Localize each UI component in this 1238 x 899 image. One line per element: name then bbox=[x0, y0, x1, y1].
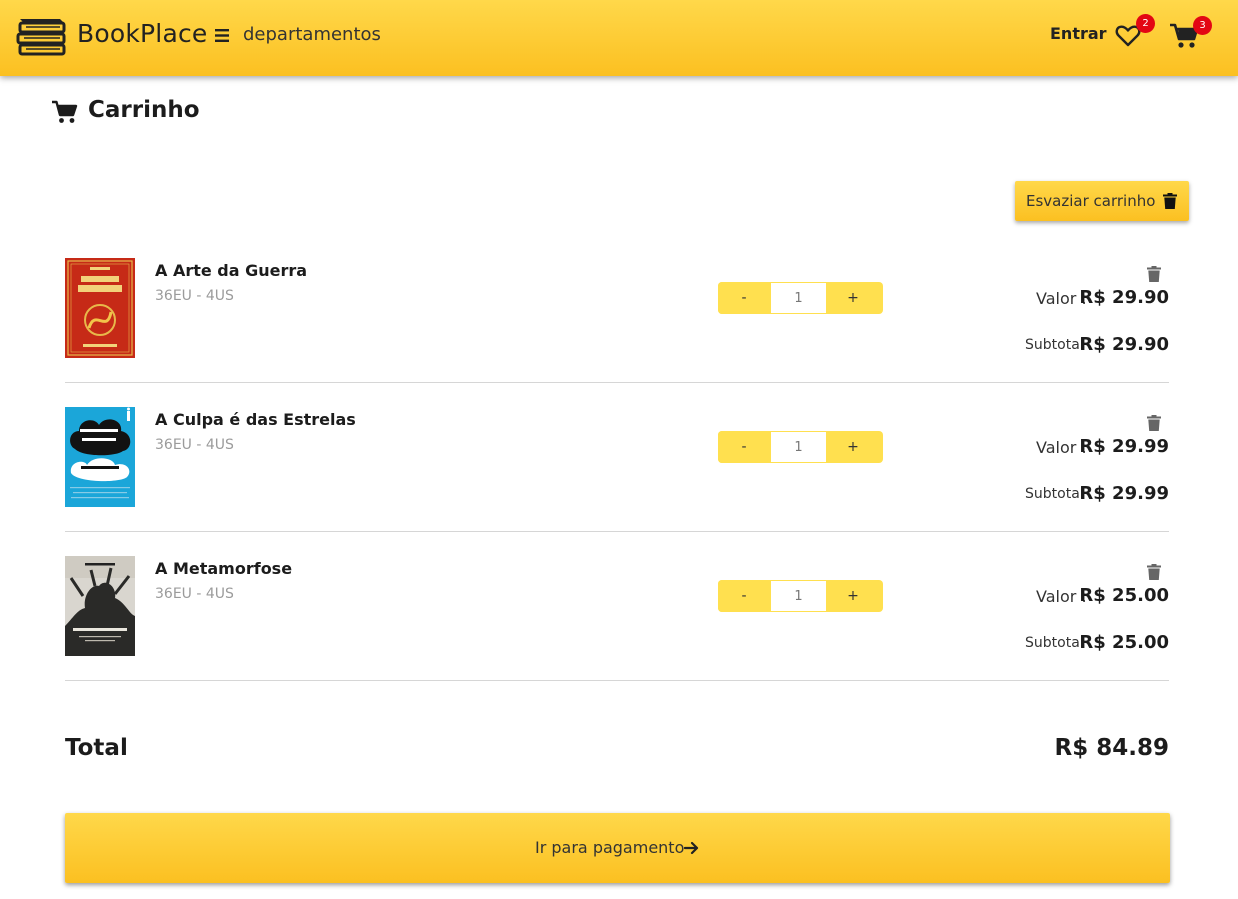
empty-cart-label: Esvaziar carrinho bbox=[1026, 192, 1156, 210]
trash-icon[interactable] bbox=[1147, 266, 1161, 282]
cart-icon bbox=[52, 100, 78, 123]
subtotal-value: R$ 29.90 bbox=[1079, 334, 1169, 355]
quantity-stepper: - + bbox=[718, 282, 883, 314]
decrease-quantity-button[interactable]: - bbox=[718, 431, 770, 463]
item-meta: 36EU - 4US bbox=[155, 586, 234, 602]
decrease-quantity-button[interactable]: - bbox=[718, 580, 770, 612]
checkout-button[interactable]: Ir para pagamento bbox=[65, 813, 1170, 883]
subtotal-label: Subtotal bbox=[1025, 337, 1084, 353]
item-title[interactable]: A Metamorfose bbox=[155, 559, 292, 578]
quantity-input[interactable] bbox=[771, 432, 826, 462]
wishlist-count-badge: 2 bbox=[1136, 14, 1155, 33]
price-value: R$ 29.90 bbox=[1079, 287, 1169, 308]
quantity-input[interactable] bbox=[771, 283, 826, 313]
increase-quantity-button[interactable]: + bbox=[827, 580, 879, 612]
quantity-stepper: - + bbox=[718, 431, 883, 463]
total-label: Total bbox=[65, 735, 128, 761]
hamburger-menu-icon[interactable] bbox=[215, 29, 229, 42]
trash-icon[interactable] bbox=[1147, 564, 1161, 580]
item-meta: 36EU - 4US bbox=[155, 437, 234, 453]
price-value: R$ 29.99 bbox=[1079, 436, 1169, 457]
price-value: R$ 25.00 bbox=[1079, 585, 1169, 606]
brand-name[interactable]: BookPlace bbox=[77, 19, 208, 48]
book-cover-arte-da-guerra[interactable] bbox=[65, 258, 135, 358]
subtotal-value: R$ 25.00 bbox=[1079, 632, 1169, 653]
subtotal-value: R$ 29.99 bbox=[1079, 483, 1169, 504]
increase-quantity-button[interactable]: + bbox=[827, 431, 879, 463]
departments-menu[interactable]: departamentos bbox=[243, 24, 381, 45]
trash-icon[interactable] bbox=[1147, 415, 1161, 431]
login-link[interactable]: Entrar bbox=[1050, 24, 1107, 43]
book-cover-culpa-estrelas[interactable] bbox=[65, 407, 135, 507]
cart-count-badge: 3 bbox=[1193, 16, 1212, 35]
page-title: Carrinho bbox=[88, 97, 200, 123]
trash-icon bbox=[1163, 193, 1177, 209]
cart-item: A Metamorfose 36EU - 4US - + Valor : R$ … bbox=[65, 556, 1169, 681]
arrow-right-icon bbox=[684, 841, 699, 855]
empty-cart-button[interactable]: Esvaziar carrinho bbox=[1015, 181, 1189, 221]
cart-item: A Arte da Guerra 36EU - 4US - + Valor : … bbox=[65, 258, 1169, 383]
item-title[interactable]: A Culpa é das Estrelas bbox=[155, 410, 356, 429]
cart-item: A Culpa é das Estrelas 36EU - 4US - + Va… bbox=[65, 407, 1169, 532]
book-cover-metamorfose[interactable] bbox=[65, 556, 135, 656]
checkout-label: Ir para pagamento bbox=[535, 838, 685, 857]
total-value: R$ 84.89 bbox=[1054, 735, 1169, 761]
item-title[interactable]: A Arte da Guerra bbox=[155, 261, 307, 280]
books-logo-icon[interactable] bbox=[16, 15, 68, 57]
item-meta: 36EU - 4US bbox=[155, 288, 234, 304]
top-navbar: BookPlace departamentos Entrar 2 3 bbox=[0, 0, 1238, 76]
decrease-quantity-button[interactable]: - bbox=[718, 282, 770, 314]
quantity-stepper: - + bbox=[718, 580, 883, 612]
increase-quantity-button[interactable]: + bbox=[827, 282, 879, 314]
subtotal-label: Subtotal bbox=[1025, 635, 1084, 651]
quantity-input[interactable] bbox=[771, 581, 826, 611]
subtotal-label: Subtotal bbox=[1025, 486, 1084, 502]
